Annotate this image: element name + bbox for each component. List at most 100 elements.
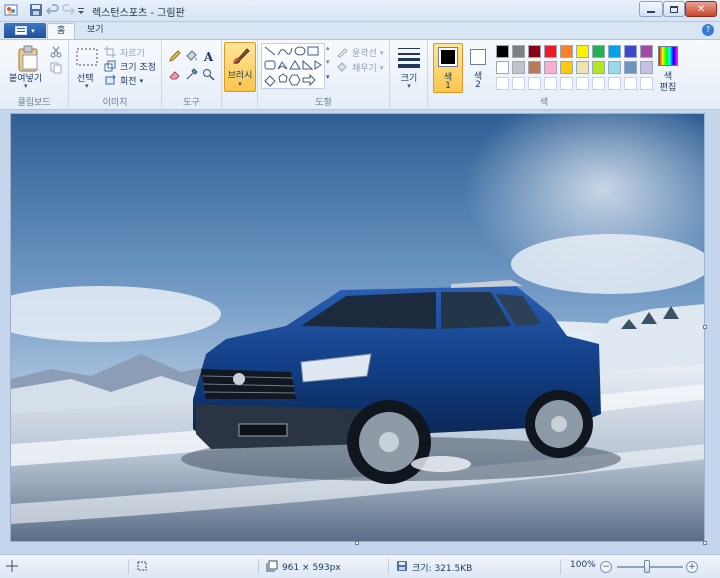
- redo-icon[interactable]: [61, 3, 76, 17]
- quick-access-dropdown-icon[interactable]: [76, 3, 86, 17]
- color1-button[interactable]: 색 1: [433, 43, 463, 93]
- color-picker-icon[interactable]: [184, 67, 199, 82]
- palette-swatch[interactable]: [576, 61, 589, 74]
- select-icon[interactable]: [75, 47, 99, 67]
- fill-button[interactable]: 채우기 ▾: [336, 61, 383, 74]
- restore-icon: [670, 5, 678, 13]
- magnifier-icon[interactable]: [201, 67, 216, 82]
- canvas-image[interactable]: [10, 113, 705, 542]
- outline-button[interactable]: 윤곽선 ▾: [336, 46, 383, 59]
- window-title: 렉스턴스포츠 - 그림판: [92, 8, 185, 19]
- palette-swatch[interactable]: [544, 61, 557, 74]
- resize-button[interactable]: 크기 조정: [104, 60, 156, 73]
- rotate-label: 회전: [120, 77, 137, 87]
- file-menu-icon: [15, 26, 28, 35]
- edit-colors-button[interactable]: 색 편집: [654, 43, 684, 93]
- undo-icon[interactable]: [45, 3, 60, 17]
- palette-swatch-empty[interactable]: [544, 77, 557, 90]
- paste-dropdown-icon[interactable]: ▾: [24, 82, 28, 90]
- text-tool-icon[interactable]: A: [201, 49, 216, 64]
- palette-swatch-empty[interactable]: [592, 77, 605, 90]
- palette-swatch[interactable]: [528, 45, 541, 58]
- clipboard-group: 붙여넣기 ▾ 클립보드: [0, 40, 69, 110]
- palette-swatch[interactable]: [608, 61, 621, 74]
- minimize-button[interactable]: [639, 1, 663, 17]
- shapes-gallery[interactable]: [261, 43, 325, 89]
- palette-swatch[interactable]: [544, 45, 557, 58]
- eraser-icon[interactable]: [167, 67, 182, 82]
- select-dropdown-icon[interactable]: ▾: [85, 82, 89, 90]
- zoom-out-button[interactable]: −: [600, 561, 612, 573]
- palette-swatch-empty[interactable]: [576, 77, 589, 90]
- size-group[interactable]: 크기 ▾: [390, 40, 428, 110]
- edit-colors-label-2: 편집: [659, 83, 677, 93]
- color2-button[interactable]: 색 2: [466, 43, 492, 93]
- image-dimensions: 961 × 593px: [266, 560, 341, 575]
- rotate-dropdown-icon: ▾: [139, 76, 144, 85]
- colors-group: 색 1 색 2 색 편집 색: [428, 40, 720, 110]
- pencil-icon[interactable]: [167, 49, 182, 64]
- tab-home[interactable]: 홈: [47, 23, 76, 39]
- palette-swatch[interactable]: [512, 45, 525, 58]
- size-dropdown-icon: ▾: [407, 82, 411, 90]
- palette-swatch[interactable]: [496, 61, 509, 74]
- copy-icon[interactable]: [48, 60, 63, 75]
- close-button[interactable]: ✕: [685, 1, 717, 17]
- palette-swatch[interactable]: [592, 61, 605, 74]
- palette-swatch-empty[interactable]: [528, 77, 541, 90]
- color1-number: 1: [445, 81, 451, 91]
- palette-swatch[interactable]: [560, 45, 573, 58]
- shapes-more-icon[interactable]: ▾: [326, 73, 330, 81]
- palette-swatch[interactable]: [512, 61, 525, 74]
- palette-swatch-empty[interactable]: [608, 77, 621, 90]
- cursor-position: [6, 560, 18, 575]
- canvas-resize-handle-right[interactable]: [703, 325, 707, 329]
- help-icon[interactable]: ?: [702, 24, 714, 36]
- palette-swatch[interactable]: [624, 45, 637, 58]
- palette-swatch[interactable]: [640, 45, 653, 58]
- canvas-workspace[interactable]: [0, 111, 720, 554]
- palette-swatch-empty[interactable]: [560, 77, 573, 90]
- status-bar: 961 × 593px 크기: 321.5KB 100% − +: [0, 554, 720, 578]
- tab-view[interactable]: 보기: [78, 23, 113, 39]
- palette-swatch[interactable]: [640, 61, 653, 74]
- crop-button[interactable]: 자르기: [104, 46, 145, 59]
- close-icon: ✕: [696, 3, 706, 15]
- canvas-resize-handle-corner[interactable]: [703, 541, 707, 545]
- palette-swatch[interactable]: [576, 45, 589, 58]
- paste-icon[interactable]: [14, 45, 42, 73]
- cut-icon[interactable]: [48, 44, 63, 59]
- save-icon[interactable]: [29, 3, 43, 17]
- fill-bucket-icon[interactable]: [184, 49, 199, 64]
- car-photo: [11, 114, 704, 541]
- ribbon: 붙여넣기 ▾ 클립보드 선택 ▾ 자르기 크기 조정 회전 ▾ 이미지 A 도구…: [0, 39, 720, 110]
- zoom-slider-thumb[interactable]: [644, 560, 650, 573]
- file-size: 크기: 321.5KB: [396, 560, 472, 575]
- selection-size: [136, 560, 148, 575]
- palette-swatch[interactable]: [608, 45, 621, 58]
- zoom-level: 100%: [570, 560, 596, 570]
- shapes-scroll-up-icon[interactable]: ▴: [326, 44, 330, 52]
- zoom-slider[interactable]: [617, 566, 683, 568]
- rotate-button[interactable]: 회전 ▾: [104, 74, 143, 87]
- palette-swatch-empty[interactable]: [624, 77, 637, 90]
- shapes-scroll-down-icon[interactable]: ▾: [326, 58, 330, 66]
- palette-swatch[interactable]: [528, 61, 541, 74]
- palette-swatch[interactable]: [560, 61, 573, 74]
- palette-swatch-empty[interactable]: [496, 77, 509, 90]
- canvas-resize-handle-bottom[interactable]: [355, 541, 359, 545]
- palette-swatch-empty[interactable]: [640, 77, 653, 90]
- tools-group: A 도구: [162, 40, 222, 110]
- fill-icon: [336, 61, 349, 74]
- paint-app-icon: [4, 3, 18, 17]
- palette-swatch[interactable]: [592, 45, 605, 58]
- maximize-button[interactable]: [663, 1, 685, 17]
- palette-swatch-empty[interactable]: [512, 77, 525, 90]
- shapes-group-label: 도형: [315, 98, 332, 108]
- zoom-in-button[interactable]: +: [686, 561, 698, 573]
- file-menu-button[interactable]: ▾: [4, 23, 46, 38]
- brushes-button[interactable]: 브러시 ▾: [224, 42, 256, 92]
- palette-swatch[interactable]: [496, 45, 509, 58]
- brushes-dropdown-icon: ▾: [238, 80, 242, 88]
- palette-swatch[interactable]: [624, 61, 637, 74]
